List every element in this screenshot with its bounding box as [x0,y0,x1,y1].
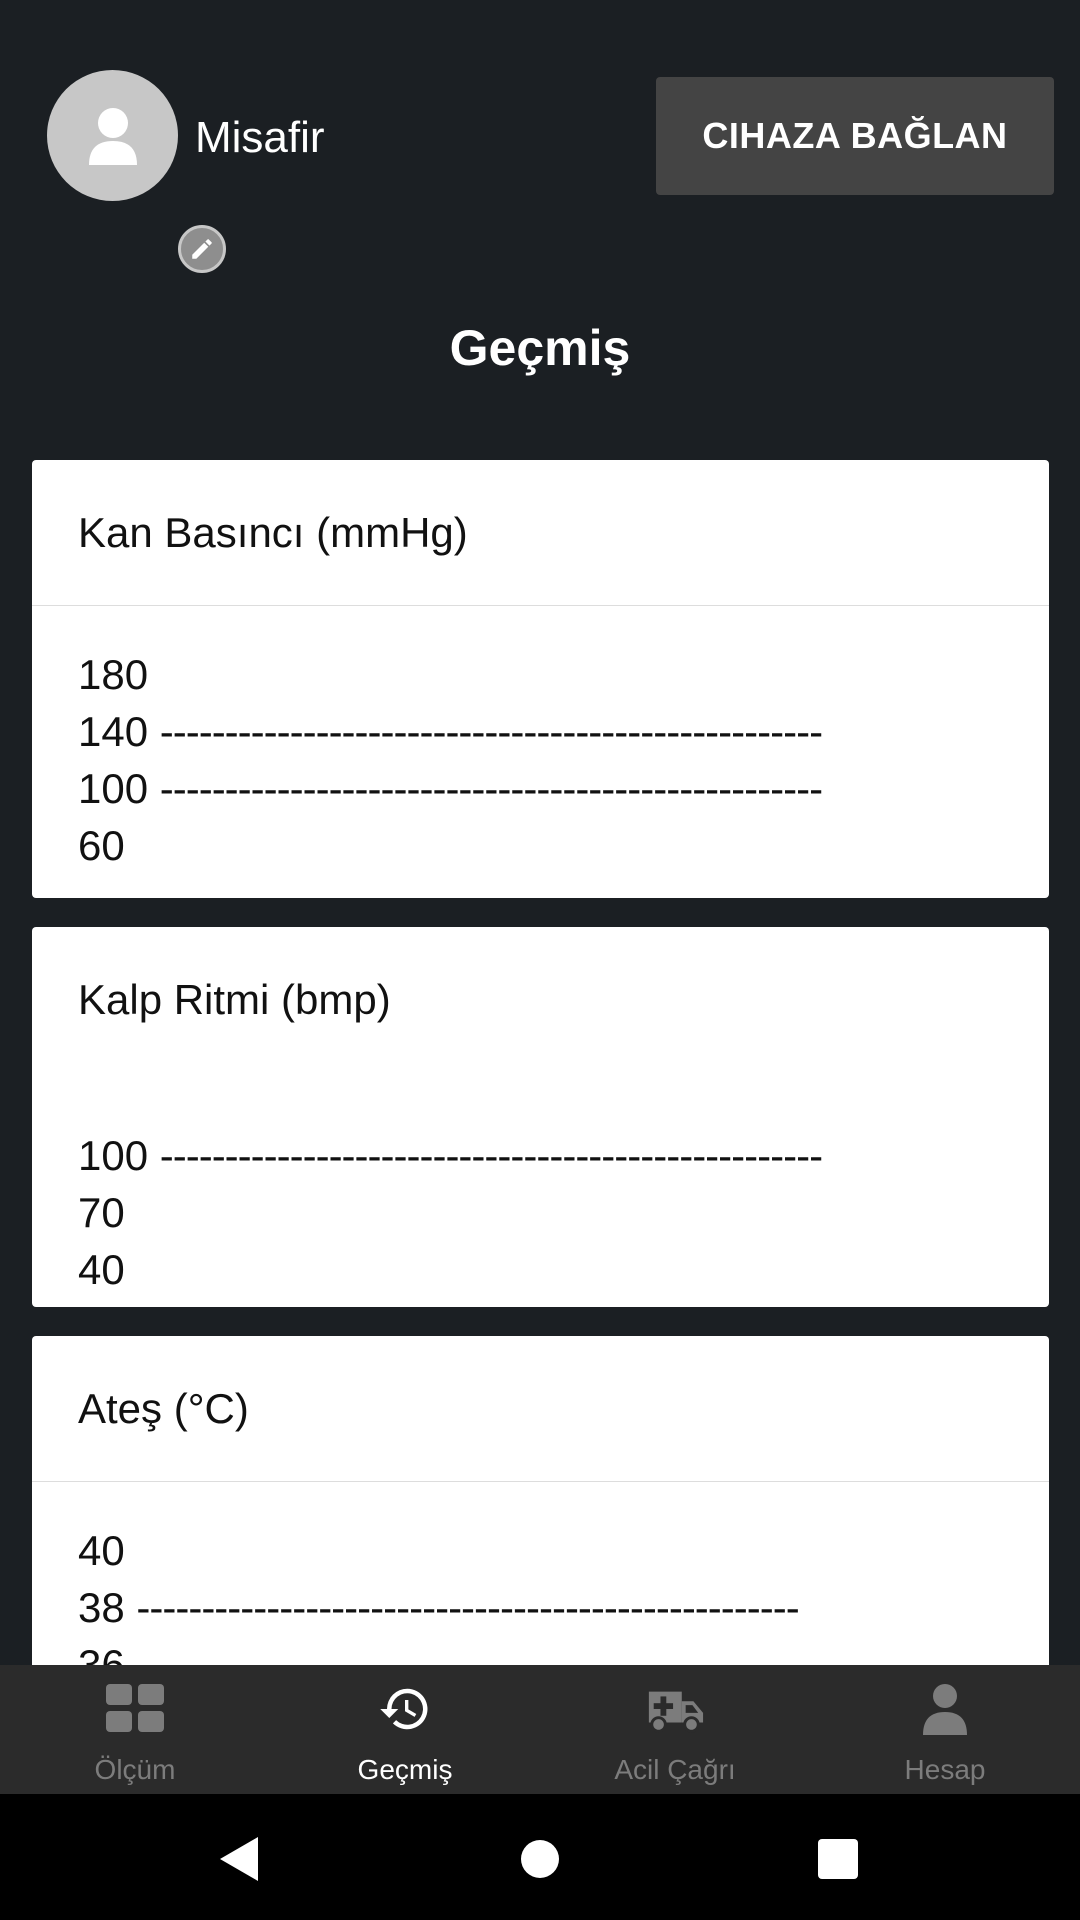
scale-row: 40 [78,1522,1049,1579]
scale-value: 100 [78,765,149,812]
scale-value: 180 [78,651,149,698]
threshold-line: ----------------------------------------… [159,765,823,812]
nav-label: Ölçüm [94,1754,176,1785]
connect-device-button[interactable]: CIHAZA BAĞLAN [656,77,1054,195]
app-root: Misafir CIHAZA BAĞLAN Geçmiş Kan Basıncı… [0,0,1080,1920]
system-navigation-bar [0,1794,1080,1920]
card-body: 40 38 ----------------------------------… [32,1482,1049,1665]
card-title: Ateş (°C) [32,1336,1049,1482]
scale-value: 100 [78,1132,149,1179]
account-icon [915,1679,975,1739]
scale-row: 60 [78,817,1049,874]
threshold-line: ----------------------------------------… [136,1584,799,1631]
card-title: Kan Basıncı (mmHg) [32,460,1049,606]
scale-value: 70 [78,1189,125,1236]
blood-pressure-card[interactable]: Kan Basıncı (mmHg) 180 140 -------------… [32,460,1049,898]
header: Misafir CIHAZA BAĞLAN [0,0,1080,273]
avatar[interactable] [47,70,226,273]
history-scroll-area[interactable]: Misafir CIHAZA BAĞLAN Geçmiş Kan Basıncı… [0,0,1080,1665]
scale-value: 60 [78,822,125,869]
card-body: 100 ------------------------------------… [32,1073,1049,1298]
scale-row: 180 [78,646,1049,703]
scale-row: 38 -------------------------------------… [78,1579,1049,1636]
scale-row: 140 ------------------------------------… [78,703,1049,760]
scale-value: 140 [78,708,149,755]
heart-rate-card[interactable]: Kalp Ritmi (bmp) 100 -------------------… [32,927,1049,1307]
scale-value: 36 [78,1641,125,1665]
home-icon[interactable] [515,1834,565,1884]
history-icon [375,1679,435,1739]
threshold-line: ----------------------------------------… [159,708,823,755]
recents-icon[interactable] [813,1834,863,1884]
scale-row: 36 [78,1636,1049,1665]
card-body: 180 140 --------------------------------… [32,606,1049,874]
scale-row: 70 [78,1184,1049,1241]
person-icon [89,108,137,165]
nav-item-gecmis[interactable]: Geçmiş [270,1665,540,1794]
scale-value: 40 [78,1246,125,1293]
scale-row: 100 ------------------------------------… [78,1127,1049,1184]
scale-row: 100 ------------------------------------… [78,760,1049,817]
nav-item-hesap[interactable]: Hesap [810,1665,1080,1794]
card-title: Kalp Ritmi (bmp) [78,976,391,1023]
bottom-navigation: Ölçüm Geçmiş Acil Çağrı Hesap [0,1665,1080,1794]
edit-avatar-button[interactable] [178,225,226,273]
nav-label: Acil Çağrı [614,1754,736,1785]
nav-item-acil-cagri[interactable]: Acil Çağrı [540,1665,810,1794]
nav-item-olcum[interactable]: Ölçüm [0,1665,270,1794]
threshold-line: ----------------------------------------… [159,1132,823,1179]
scale-row: 40 [78,1241,1049,1298]
nav-label: Hesap [904,1754,986,1785]
nav-label: Geçmiş [357,1754,453,1785]
temperature-card[interactable]: Ateş (°C) 40 38 ------------------------… [32,1336,1049,1665]
scale-value: 38 [78,1584,125,1631]
pencil-icon [192,239,212,259]
page-title: Geçmiş [449,320,631,376]
ambulance-icon [645,1679,705,1739]
dashboard-icon [105,1679,165,1739]
back-icon[interactable] [213,1834,263,1884]
scale-value: 40 [78,1527,125,1574]
username-label: Misafir [195,113,325,162]
